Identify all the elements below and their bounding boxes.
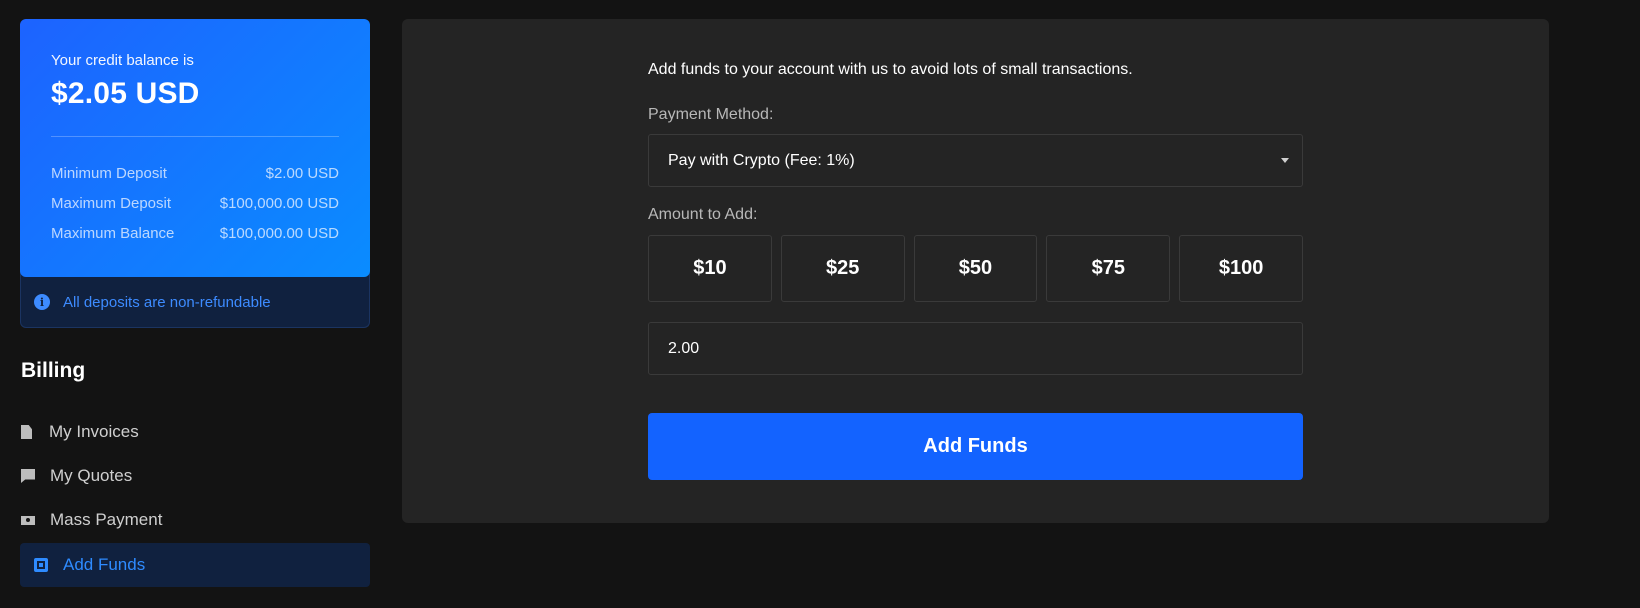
limit-value: $100,000.00 USD (219, 225, 339, 242)
document-icon (21, 425, 32, 439)
cash-icon (21, 515, 35, 525)
chevron-down-icon (1281, 158, 1289, 163)
limit-value: $2.00 USD (265, 165, 339, 182)
nav-item-my-invoices[interactable]: My Invoices (20, 410, 370, 454)
payment-method-label: Payment Method: (648, 106, 774, 123)
nav-item-label: My Invoices (49, 422, 139, 441)
nav-item-label: Mass Payment (50, 510, 163, 529)
amount-presets: $10 $25 $50 $75 $100 (648, 235, 1303, 302)
limit-row-maximum-balance: Maximum Balance $100,000.00 USD (51, 219, 339, 249)
add-funds-button[interactable]: Add Funds (648, 413, 1303, 480)
amount-preset-10-button[interactable]: $10 (648, 235, 772, 302)
payment-method-select[interactable]: Pay with Crypto (Fee: 1%) (648, 134, 1303, 187)
amount-preset-25-button[interactable]: $25 (780, 235, 905, 302)
info-icon: i (34, 294, 50, 310)
sidebar: Your credit balance is $2.05 USD Minimum… (20, 19, 370, 587)
credit-balance-label: Your credit balance is (51, 52, 194, 69)
add-funds-panel: Add funds to your account with us to avo… (402, 19, 1549, 523)
limit-label: Minimum Deposit (51, 165, 167, 182)
amount-input[interactable]: 2.00 (648, 322, 1303, 375)
payment-method-value: Pay with Crypto (Fee: 1%) (668, 151, 855, 169)
amount-label: Amount to Add: (648, 206, 758, 223)
limit-value: $100,000.00 USD (219, 195, 339, 212)
nav-item-add-funds[interactable]: Add Funds (20, 543, 370, 587)
limit-label: Maximum Balance (51, 225, 175, 242)
limit-row-minimum-deposit: Minimum Deposit $2.00 USD (51, 159, 339, 189)
form-intro: Add funds to your account with us to avo… (648, 61, 1133, 78)
add-funds-form: Add funds to your account with us to avo… (648, 61, 1303, 480)
limit-row-maximum-deposit: Maximum Deposit $100,000.00 USD (51, 189, 339, 219)
add-funds-icon (34, 558, 48, 572)
nav-item-label: My Quotes (50, 466, 133, 485)
divider (51, 136, 339, 137)
billing-section-title: Billing (21, 359, 86, 382)
limit-label: Maximum Deposit (51, 195, 172, 212)
nav-item-my-quotes[interactable]: My Quotes (20, 454, 370, 498)
refund-notice: i All deposits are non-refundable (20, 269, 370, 328)
nav-item-mass-payment[interactable]: Mass Payment (20, 498, 370, 542)
page: Your credit balance is $2.05 USD Minimum… (0, 0, 1640, 608)
nav-item-label: Add Funds (63, 555, 146, 574)
credit-balance-card: Your credit balance is $2.05 USD Minimum… (20, 19, 370, 277)
amount-preset-100-button[interactable]: $100 (1179, 235, 1303, 302)
refund-notice-text: All deposits are non-refundable (63, 293, 271, 311)
amount-preset-75-button[interactable]: $75 (1046, 235, 1171, 302)
amount-preset-50-button[interactable]: $50 (913, 235, 1038, 302)
chat-icon (21, 469, 35, 483)
credit-balance-amount: $2.05 USD (51, 77, 200, 110)
billing-nav: My Invoices My Quotes Mass Payment Add F… (20, 410, 370, 587)
